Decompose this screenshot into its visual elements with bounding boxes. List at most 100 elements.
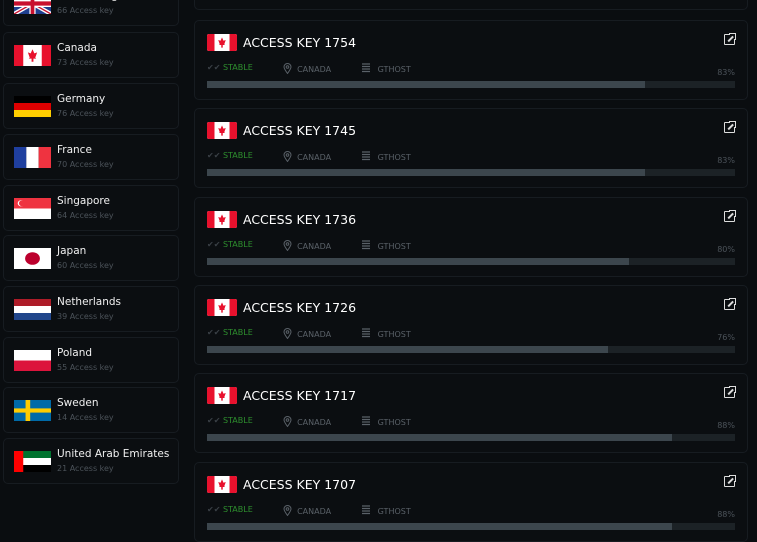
host: GTHOST <box>362 63 411 74</box>
access-key-count: 73 Access key <box>57 58 114 67</box>
location-pin-icon <box>283 151 292 163</box>
location: CANADA <box>283 239 332 251</box>
access-key-count: 66 Access key <box>57 6 114 15</box>
flag-uk-icon <box>14 0 51 14</box>
location-pin-icon <box>283 63 292 75</box>
host: GTHOST <box>362 504 411 516</box>
external-link-icon[interactable] <box>724 33 736 45</box>
access-key-count: 64 Access key <box>57 211 114 220</box>
country-item-jp[interactable]: Japan 60 Access key <box>3 235 179 281</box>
load-percent: 88% <box>717 509 735 519</box>
flag-pl-icon <box>14 350 51 371</box>
load-progress-fill <box>207 81 646 88</box>
load-progress-bar <box>207 434 735 442</box>
load-progress-bar <box>207 169 735 177</box>
host-label: GTHOST <box>377 65 411 74</box>
access-key-title: ACCESS KEY 1717 <box>243 388 357 404</box>
access-key-count: 70 Access key <box>57 160 114 169</box>
location-pin-icon <box>283 239 292 251</box>
double-check-icon: ✔✔ <box>207 327 221 337</box>
load-percent: 88% <box>717 421 735 431</box>
double-check-icon: ✔✔ <box>207 416 221 426</box>
external-link-icon[interactable] <box>724 209 736 222</box>
location: CANADA <box>283 504 331 516</box>
access-key-count: 21 Access key <box>57 464 114 473</box>
country-item-pl[interactable]: Poland 55 Access key <box>3 337 179 383</box>
access-key-card-partial[interactable] <box>194 0 748 10</box>
load-progress-fill <box>207 522 672 530</box>
load-progress-bar <box>207 522 735 530</box>
server-icon <box>362 504 370 514</box>
access-key-card[interactable]: ACCESS KEY 1717 ✔✔ STABLE CANADA GTHOST … <box>194 373 748 454</box>
flag-se-icon <box>14 400 51 421</box>
country-item-se[interactable]: Sweden 14 Access key <box>3 387 179 433</box>
flag-sg-icon <box>14 198 51 219</box>
flag-de-icon <box>14 96 51 117</box>
access-key-card[interactable]: ACCESS KEY 1736 ✔✔ STABLE CANADA GTHOST … <box>194 196 748 277</box>
server-icon <box>362 151 370 161</box>
host-label: GTHOST <box>377 241 411 251</box>
location-label: CANADA <box>297 65 332 74</box>
access-key-count: 14 Access key <box>57 413 114 422</box>
server-icon <box>362 328 370 338</box>
access-key-title: ACCESS KEY 1736 <box>243 211 357 227</box>
flag-ca-icon <box>207 210 237 228</box>
host: GTHOST <box>362 416 411 427</box>
access-key-count: 39 Access key <box>57 312 114 321</box>
external-link-icon[interactable] <box>724 386 736 399</box>
location-label: CANADA <box>297 153 332 163</box>
country-name: Netherlands <box>57 296 122 308</box>
access-key-title: ACCESS KEY 1707 <box>243 476 357 492</box>
server-icon <box>362 239 370 249</box>
host-label: GTHOST <box>377 506 411 516</box>
status: ✔✔ STABLE <box>207 63 253 72</box>
country-item-ca[interactable]: Canada 73 Access key <box>3 32 179 78</box>
status-label: STABLE <box>222 504 253 514</box>
external-link-icon[interactable] <box>724 474 736 487</box>
location-pin-icon <box>283 416 292 428</box>
status: ✔✔ STABLE <box>207 416 253 425</box>
status-label: STABLE <box>222 327 253 337</box>
load-progress-fill <box>207 169 646 177</box>
flag-ca-icon <box>207 475 237 493</box>
host: GTHOST <box>362 151 411 162</box>
double-check-icon: ✔✔ <box>207 151 221 161</box>
country-item-uk[interactable]: United Kingdom 66 Access key <box>3 0 179 26</box>
status: ✔✔ STABLE <box>207 328 253 337</box>
location: CANADA <box>283 327 331 340</box>
double-check-icon: ✔✔ <box>207 239 221 249</box>
location: CANADA <box>283 63 332 75</box>
access-key-card[interactable]: ACCESS KEY 1754 ✔✔ STABLE CANADA GTHOST … <box>194 20 748 100</box>
load-progress-fill <box>207 257 630 265</box>
country-item-fr[interactable]: France 70 Access key <box>3 134 179 180</box>
country-item-nl[interactable]: Netherlands 39 Access key <box>3 286 179 332</box>
location: CANADA <box>283 416 331 428</box>
location: CANADA <box>283 151 332 163</box>
host-label: GTHOST <box>377 418 411 428</box>
country-name: Canada <box>57 42 97 54</box>
access-key-card[interactable]: ACCESS KEY 1707 ✔✔ STABLE CANADA GTHOST … <box>194 461 748 542</box>
access-key-card[interactable]: ACCESS KEY 1745 ✔✔ STABLE CANADA GTHOST … <box>194 108 748 189</box>
host: GTHOST <box>362 239 411 251</box>
external-link-icon[interactable] <box>724 121 736 134</box>
flag-ca-icon <box>207 34 237 51</box>
double-check-icon: ✔✔ <box>207 63 221 72</box>
access-key-card[interactable]: ACCESS KEY 1726 ✔✔ STABLE CANADA GTHOST … <box>194 284 748 365</box>
location-label: CANADA <box>297 241 332 251</box>
country-item-sg[interactable]: Singapore 64 Access key <box>3 185 179 231</box>
flag-ca-icon <box>207 122 237 140</box>
country-name: Poland <box>57 347 93 359</box>
location-pin-icon <box>283 504 292 516</box>
status-label: STABLE <box>222 151 253 161</box>
host: GTHOST <box>362 328 411 339</box>
external-link-icon[interactable] <box>724 297 736 310</box>
double-check-icon: ✔✔ <box>207 504 221 514</box>
status-label: STABLE <box>222 416 253 426</box>
load-percent: 83% <box>717 68 735 77</box>
country-item-de[interactable]: Germany 76 Access key <box>3 83 179 129</box>
country-name: United Kingdom <box>57 0 141 2</box>
country-name: France <box>57 144 92 156</box>
status: ✔✔ STABLE <box>207 505 253 514</box>
country-item-ae[interactable]: United Arab Emirates 21 Access key <box>3 438 179 484</box>
load-progress-bar <box>207 257 735 265</box>
